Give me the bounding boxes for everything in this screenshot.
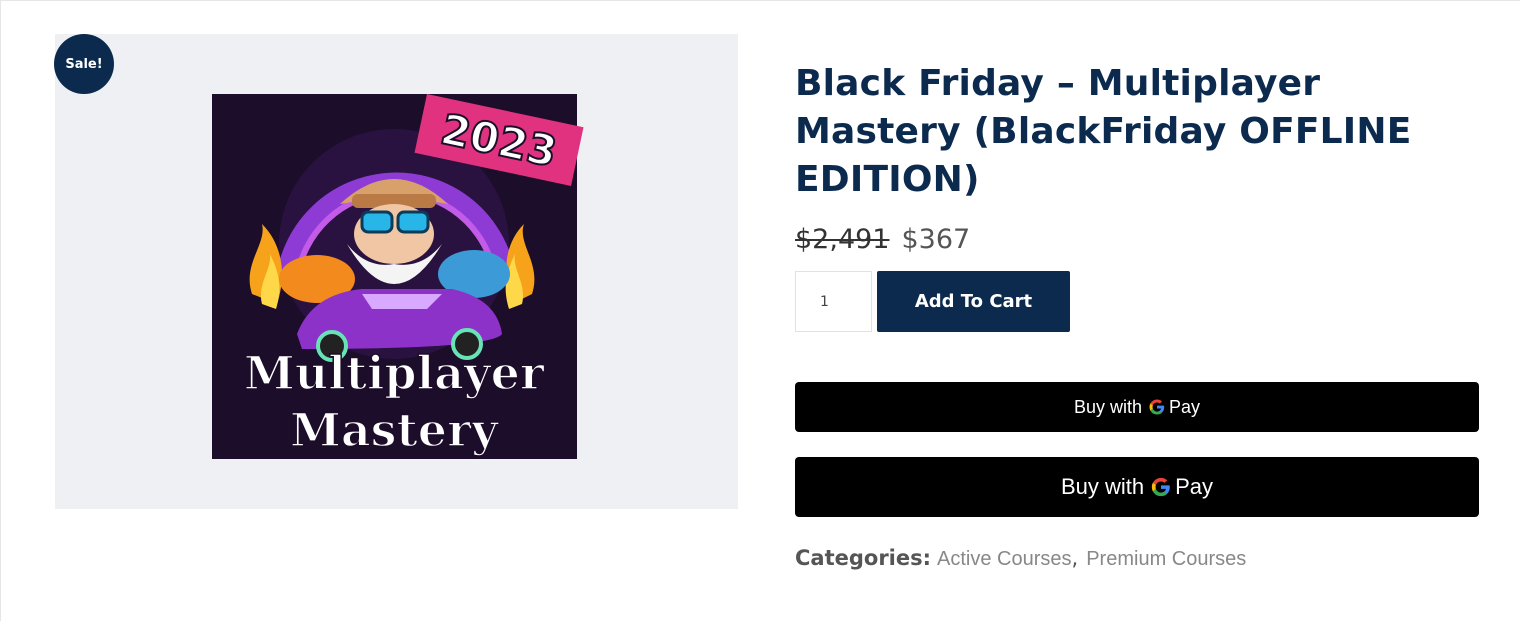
buy-with-gpay-button[interactable]: Buy with Pay xyxy=(795,382,1479,432)
category-link-premium-courses[interactable]: Premium Courses xyxy=(1086,548,1246,571)
google-g-icon xyxy=(1150,476,1172,498)
category-separator: , xyxy=(1071,546,1079,570)
product-categories: Categories: Active Courses , Premium Cou… xyxy=(795,546,1246,571)
buy-with-gpay-button-large[interactable]: Buy with Pay xyxy=(795,457,1479,517)
product-image[interactable]: 2023 Multiplayer Mastery xyxy=(212,94,584,459)
gpay-pay-label: Pay xyxy=(1175,474,1214,499)
google-g-icon xyxy=(1148,398,1166,416)
category-link-active-courses[interactable]: Active Courses xyxy=(937,548,1072,571)
product-title: Black Friday – Multiplayer Mastery (Blac… xyxy=(795,63,1412,200)
sale-badge: Sale! xyxy=(54,34,114,94)
gpay-pay-label: Pay xyxy=(1169,396,1201,417)
image-headline-line2: Mastery xyxy=(290,403,499,457)
image-headline-line1: Multiplayer xyxy=(244,346,545,400)
sale-price: $367 xyxy=(901,223,971,255)
categories-label: Categories: xyxy=(795,546,932,570)
quantity-input[interactable] xyxy=(795,271,872,332)
add-to-cart-button[interactable]: Add To Cart xyxy=(877,271,1070,332)
gpay-buy-with-label: Buy with xyxy=(1073,396,1142,417)
old-price: $2,491 xyxy=(795,223,890,255)
product-artwork: 2023 Multiplayer Mastery xyxy=(243,94,584,458)
price-row: $2,491 $367 xyxy=(795,222,970,256)
gpay-buy-with-label: Buy with xyxy=(1060,474,1145,499)
